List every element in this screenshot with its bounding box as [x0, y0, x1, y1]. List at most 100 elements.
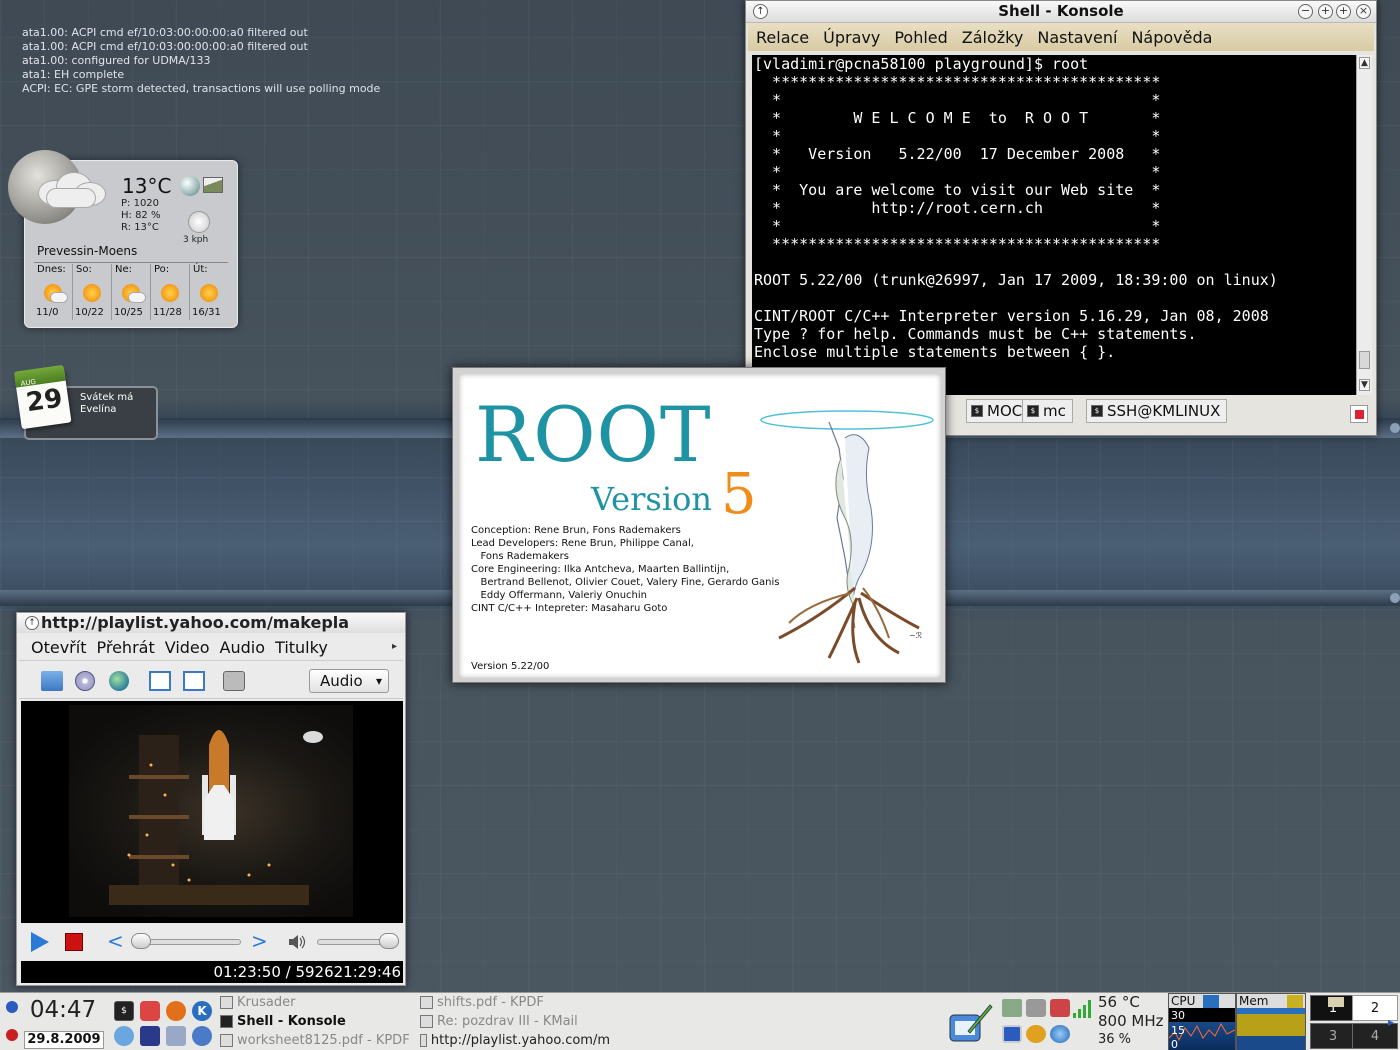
forecast-temps: 16/31	[192, 307, 221, 318]
terminal-line: * *	[754, 163, 1161, 181]
partly-cloudy-icon	[44, 284, 68, 303]
play-icon[interactable]	[31, 932, 49, 952]
menu-pohled[interactable]: Pohled	[894, 28, 947, 47]
window-titlebar[interactable]: ↑ Shell - Konsole − + + ×	[746, 1, 1376, 23]
task-kmail[interactable]: Re: pozdrav III - KMail	[420, 1014, 578, 1029]
weather-pressure: P: 1020	[121, 198, 160, 209]
root-splash-screen[interactable]: ROOT Version 5 Conception: Rene Brun, Fo…	[452, 367, 946, 683]
code-launcher-icon[interactable]	[140, 1026, 160, 1046]
menu-nastaveni[interactable]: Nastavení	[1037, 28, 1117, 47]
volume-slider-thumb[interactable]	[379, 933, 399, 949]
home-launcher-icon[interactable]	[140, 1001, 160, 1021]
menu-upravy[interactable]: Úpravy	[823, 28, 880, 47]
clock[interactable]: 04:47	[22, 997, 104, 1027]
open-file-icon[interactable]	[41, 671, 63, 691]
snapshot-icon[interactable]	[223, 671, 245, 691]
window-menu-icon[interactable]: ↑	[25, 616, 39, 630]
close-icon[interactable]: ×	[1356, 4, 1371, 19]
network-launcher-icon[interactable]	[192, 1026, 212, 1046]
task-kpdf-worksheet[interactable]: worksheet8125.pdf - KPDF	[220, 1033, 410, 1048]
close-session-icon[interactable]	[1350, 405, 1368, 423]
menu-titulky[interactable]: Titulky	[275, 638, 328, 657]
terminal-line: * *	[754, 127, 1161, 145]
maximize-icon[interactable]: +	[1336, 4, 1351, 19]
terminal-scrollbar[interactable]: ▲ ▼	[1356, 55, 1372, 395]
terminal-icon: $	[971, 405, 983, 417]
scroll-down-icon[interactable]: ▼	[1359, 379, 1370, 391]
rewind-icon[interactable]: <	[107, 929, 124, 953]
volume-icon[interactable]	[287, 933, 307, 951]
terminal-output[interactable]: [vladimir@pcna58100 playground]$ root **…	[752, 55, 1356, 395]
nameday-line: Svátek má	[80, 392, 134, 403]
terminal-line: Type ? for help. Commands must be C++ st…	[754, 325, 1197, 343]
weather-city: Prevessin-Moens	[37, 244, 138, 258]
tray-app-icon[interactable]	[1002, 999, 1022, 1017]
update-tray-icon[interactable]	[1026, 1025, 1046, 1043]
task-label: Krusader	[237, 995, 296, 1010]
seek-slider-thumb[interactable]	[131, 933, 151, 949]
terminal-icon	[220, 1015, 233, 1028]
signal-strength-icon[interactable]	[1072, 997, 1094, 1019]
open-disc-icon[interactable]	[75, 671, 95, 691]
weather-forecast: Dnes: 11/0 So: 10/22 Ne: 10/25 Po: 11/28…	[34, 264, 228, 320]
video-player-window[interactable]: ↑ http://playlist.yahoo.com/makepla Otev…	[16, 612, 406, 986]
kde-menu-icon[interactable]: K	[192, 1001, 212, 1021]
restore-icon[interactable]: +	[1318, 4, 1333, 19]
menu-otevrit[interactable]: Otevřít	[31, 638, 86, 657]
network-tray-icon[interactable]	[1050, 1025, 1070, 1043]
audio-select[interactable]: Audio	[309, 669, 389, 693]
menu-audio[interactable]: Audio	[220, 638, 265, 657]
pager-arrow-icon[interactable]: ▸	[1388, 1015, 1394, 1029]
weather-humidity: H: 82 %	[121, 210, 161, 221]
menu-relace[interactable]: Relace	[756, 28, 809, 47]
task-player[interactable]: http://playlist.yahoo.com/m	[420, 1033, 610, 1048]
open-url-icon[interactable]	[109, 671, 129, 691]
fullscreen-icon[interactable]	[183, 671, 205, 691]
forecast-day-name: Po:	[154, 264, 170, 275]
display-tray-icon[interactable]	[1002, 1025, 1022, 1043]
session-tab-label: MOC	[987, 402, 1023, 420]
task-kpdf-shifts[interactable]: shifts.pdf - KPDF	[420, 995, 544, 1010]
scroll-thumb[interactable]	[1359, 351, 1370, 369]
logout-icon[interactable]	[6, 1029, 18, 1041]
lock-screen-icon[interactable]	[6, 1001, 18, 1013]
weather-map-icon[interactable]	[203, 177, 223, 193]
globe-icon[interactable]	[180, 176, 200, 196]
window-titlebar[interactable]: ↑ http://playlist.yahoo.com/makepla	[17, 613, 405, 633]
menu-overflow-icon[interactable]: ▸	[392, 641, 397, 652]
weather-wind: 3 kph	[183, 235, 209, 245]
settings-launcher-icon[interactable]	[114, 1026, 134, 1046]
desktop-3[interactable]: 3	[1310, 1023, 1356, 1049]
task-konsole[interactable]: Shell - Konsole	[220, 1014, 346, 1029]
menu-prehrat[interactable]: Přehrát	[96, 638, 154, 657]
memory-graph[interactable]: Mem	[1236, 993, 1306, 1050]
kernel-log-line: ata1.00: ACPI cmd ef/10:03:00:00:00:a0 f…	[22, 26, 308, 39]
session-tab-moc[interactable]: $ MOC	[966, 399, 1030, 423]
firefox-launcher-icon[interactable]	[166, 1001, 186, 1021]
session-tab-ssh[interactable]: $ SSH@KMLINUX	[1086, 399, 1228, 423]
mail-launcher-icon[interactable]	[166, 1026, 186, 1046]
cpu-graph[interactable]: CPU 30 15 0	[1168, 993, 1236, 1050]
zoom-icon[interactable]	[149, 671, 171, 691]
task-krusader[interactable]: Krusader	[220, 995, 295, 1010]
taskbar: 04:47 29.8.2009 $ K Krusader Shell - Kon…	[0, 992, 1400, 1050]
date[interactable]: 29.8.2009	[24, 1031, 104, 1049]
video-area[interactable]	[21, 701, 403, 923]
minimize-icon[interactable]: −	[1298, 4, 1313, 19]
session-tab-mc[interactable]: $ mc	[1022, 399, 1073, 423]
pager-window-thumb	[1328, 997, 1344, 1007]
volume-tray-icon[interactable]	[1026, 999, 1046, 1017]
splash-version-line: Version 5.22/00	[471, 661, 550, 672]
forward-icon[interactable]: >	[251, 929, 268, 953]
calendar-tray-icon[interactable]	[1050, 999, 1070, 1017]
terminal-line: * http://root.cern.ch *	[754, 199, 1161, 217]
task-label: Re: pozdrav III - KMail	[437, 1014, 578, 1029]
stop-icon[interactable]	[65, 933, 83, 951]
menu-napoveda[interactable]: Nápověda	[1131, 28, 1212, 47]
scroll-up-icon[interactable]: ▲	[1359, 57, 1370, 69]
menu-video[interactable]: Video	[165, 638, 210, 657]
clipboard-pen-icon[interactable]	[946, 1001, 994, 1045]
konsole-launcher-icon[interactable]: $	[114, 1001, 134, 1021]
mail-icon	[420, 1015, 433, 1028]
menu-zalozky[interactable]: Záložky	[962, 28, 1024, 47]
